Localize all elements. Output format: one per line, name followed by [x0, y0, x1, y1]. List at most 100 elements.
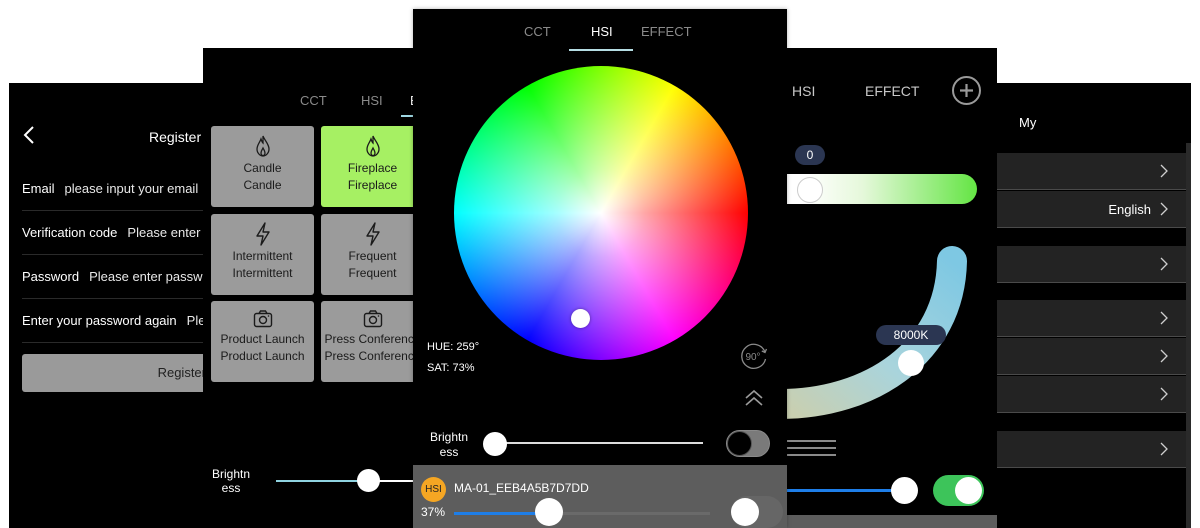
brightness-slider[interactable] [495, 442, 703, 444]
settings-row[interactable] [997, 300, 1188, 337]
brightness-slider-thumb[interactable] [483, 432, 507, 456]
register-screen: Register Email please input your email V… [9, 83, 215, 528]
device-name: MA-01_EEB4A5B7D7DD [454, 481, 589, 495]
settings-row[interactable] [997, 338, 1188, 375]
effect-name: Product Launch [220, 332, 305, 346]
settings-row[interactable] [997, 153, 1188, 190]
effect-subtitle: Frequent [348, 266, 397, 280]
page-title: My [1019, 115, 1037, 130]
power-toggle[interactable] [933, 475, 984, 506]
scrollbar[interactable] [1186, 143, 1191, 528]
password-field[interactable]: Password Please enter passwo [22, 255, 215, 299]
device-brightness-value: 37% [421, 505, 446, 519]
hsi-screen: CCT HSI EFFECT HUE: 259° SAT: 73% 90° Br… [413, 9, 787, 528]
effect-card-intermittent[interactable]: Intermittent Intermittent [211, 214, 314, 295]
tab-hsi[interactable]: HSI [361, 93, 383, 108]
email-input[interactable]: please input your email [65, 181, 199, 196]
flame-icon [255, 135, 270, 157]
verification-code-input[interactable]: Please enter v [127, 225, 210, 240]
chevron-right-icon [1160, 387, 1168, 401]
password-input[interactable]: Please enter passwo [89, 269, 210, 284]
my-screen: My English [990, 83, 1191, 528]
effect-name: Candle [243, 161, 282, 175]
effect-screen: CCT HSI EFFECT Candle Candle Fireplace F… [203, 48, 418, 528]
power-toggle-knob [955, 477, 982, 504]
brightness-slider-fill [276, 480, 366, 482]
effect-name: Press Conference [324, 332, 418, 346]
brightness-label: Brightn ess [211, 467, 251, 495]
effect-name: Fireplace [347, 161, 398, 175]
camera-icon [253, 310, 272, 328]
verification-code-field[interactable]: Verification code Please enter v [22, 211, 215, 255]
settings-row[interactable] [997, 431, 1188, 468]
device-brightness-slider[interactable] [454, 512, 710, 515]
brightness-slider[interactable] [780, 489, 900, 492]
power-toggle-knob [727, 431, 752, 456]
rotate-90-icon[interactable]: 90° [739, 341, 769, 371]
tab-hsi[interactable]: HSI [591, 24, 613, 39]
effect-subtitle: Fireplace [347, 178, 398, 192]
tab-hsi[interactable]: HSI [792, 83, 815, 99]
effect-card-product-launch[interactable]: Product Launch Product Launch [211, 301, 314, 382]
color-wheel[interactable] [454, 66, 748, 360]
brightness-slider-thumb[interactable] [357, 469, 380, 492]
chevron-right-icon [1160, 164, 1168, 178]
password-label: Password [22, 269, 80, 284]
settings-row[interactable] [997, 376, 1188, 413]
effect-name: Intermittent [232, 249, 293, 263]
hamburger-icon[interactable] [787, 439, 836, 457]
settings-row[interactable] [997, 246, 1188, 283]
chevron-right-icon [1160, 349, 1168, 363]
double-chevron-up-icon[interactable] [743, 388, 765, 408]
effect-subtitle: Intermittent [232, 266, 293, 280]
lightning-icon [365, 222, 380, 246]
saturation-readout: SAT: 73% [427, 362, 475, 374]
tab-effect[interactable]: EFFECT [641, 24, 692, 39]
cct-slider-thumb[interactable] [898, 350, 924, 376]
tab-cct[interactable]: CCT [524, 24, 551, 39]
cct-value-badge: 8000K [876, 325, 946, 345]
email-field[interactable]: Email please input your email [22, 167, 215, 211]
confirm-password-field[interactable]: Enter your password again Plea [22, 299, 215, 343]
cct-screen: HSI EFFECT 0 8000K [780, 48, 997, 528]
brightness-slider-thumb[interactable] [891, 477, 918, 504]
mode-badge: HSI [421, 477, 446, 502]
chevron-right-icon [1160, 202, 1168, 216]
device-bar[interactable]: HSI MA-01_EEB4A5B7D7DD 37% [413, 465, 787, 528]
tab-bar: CCT HSI EFFECT [203, 90, 418, 117]
device-power-toggle-knob[interactable] [731, 498, 759, 526]
tab-cct[interactable]: CCT [300, 93, 327, 108]
effect-card-candle[interactable]: Candle Candle [211, 126, 314, 207]
effect-subtitle: Press Conference [324, 349, 418, 363]
settings-row-language[interactable]: English [997, 191, 1188, 228]
chevron-right-icon [1160, 311, 1168, 325]
brightness-label: Brightn ess [429, 430, 469, 459]
effect-subtitle: Product Launch [220, 349, 305, 363]
chevron-left-icon[interactable] [22, 125, 36, 145]
device-brightness-thumb[interactable] [534, 498, 563, 526]
effect-card-frequent[interactable]: Frequent Frequent [321, 214, 418, 295]
effect-card-press-conference[interactable]: Press Conference Press Conference [321, 301, 418, 382]
register-button[interactable]: Register [22, 354, 215, 392]
active-tab-indicator [569, 49, 633, 51]
gm-slider-thumb[interactable] [797, 177, 823, 203]
effect-name: Frequent [348, 249, 397, 263]
effect-card-fireplace[interactable]: Fireplace Fireplace [321, 126, 418, 207]
flame-icon [365, 135, 380, 157]
email-label: Email [22, 181, 55, 196]
hue-readout: HUE: 259° [427, 341, 480, 353]
confirm-password-label: Enter your password again [22, 313, 177, 328]
tab-effect[interactable]: EFFECT [865, 83, 919, 99]
brightness-slider[interactable] [276, 480, 418, 482]
camera-icon [363, 310, 382, 328]
page-title: Register [149, 129, 202, 145]
power-toggle[interactable] [726, 430, 770, 457]
plus-circle-icon[interactable] [951, 75, 982, 106]
color-wheel-thumb[interactable] [571, 308, 591, 328]
rotate-label: 90° [745, 352, 760, 363]
language-value: English [1108, 202, 1151, 217]
chevron-right-icon [1160, 442, 1168, 456]
lightning-icon [255, 222, 270, 246]
chevron-right-icon [1160, 257, 1168, 271]
device-bar [780, 515, 997, 528]
